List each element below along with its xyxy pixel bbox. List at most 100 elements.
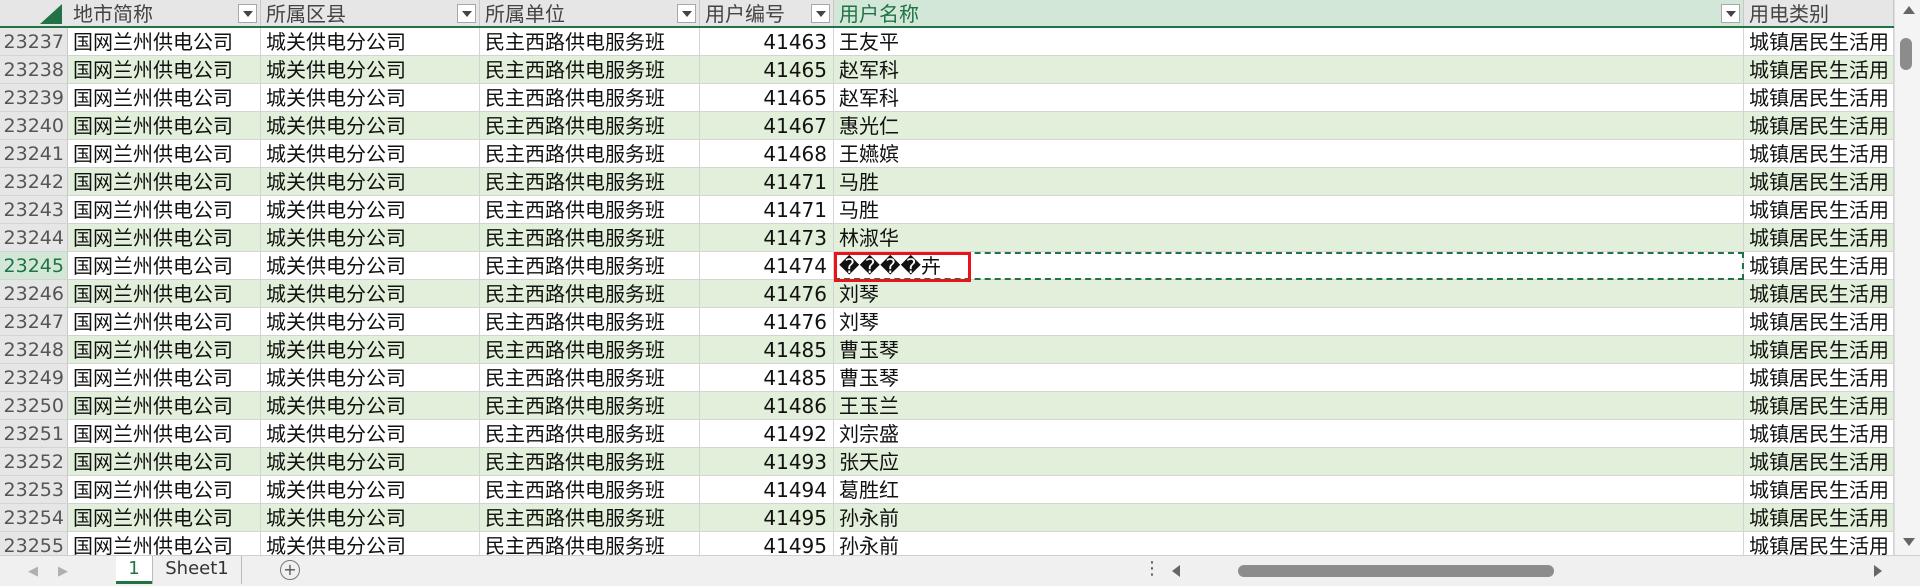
city-cell[interactable]: 国网兰州供电公司 — [68, 448, 261, 475]
user-name-cell[interactable]: 王玉兰 — [834, 392, 1744, 419]
district-cell[interactable]: 城关供电分公司 — [261, 504, 480, 531]
city-cell[interactable]: 国网兰州供电公司 — [68, 196, 261, 223]
add-sheet-icon[interactable]: + — [280, 560, 300, 580]
column-header-usage-type[interactable]: 用电类别 — [1744, 0, 1894, 26]
user-name-cell[interactable]: 王友平 — [834, 28, 1744, 55]
usage-type-cell[interactable]: 城镇居民生活用 — [1744, 196, 1894, 223]
district-cell[interactable]: 城关供电分公司 — [261, 448, 480, 475]
usage-type-cell[interactable]: 城镇居民生活用 — [1744, 364, 1894, 391]
usage-type-cell[interactable]: 城镇居民生活用 — [1744, 476, 1894, 503]
district-cell[interactable]: 城关供电分公司 — [261, 112, 480, 139]
user-id-cell[interactable]: 41493 — [700, 448, 834, 475]
district-cell[interactable]: 城关供电分公司 — [261, 392, 480, 419]
unit-cell[interactable]: 民主西路供电服务班 — [480, 308, 700, 335]
city-cell[interactable]: 国网兰州供电公司 — [68, 28, 261, 55]
unit-cell[interactable]: 民主西路供电服务班 — [480, 364, 700, 391]
row-header[interactable]: 23238 — [0, 56, 68, 83]
user-name-cell[interactable]: 刘宗盛 — [834, 420, 1744, 447]
row-header[interactable]: 23239 — [0, 84, 68, 111]
user-name-cell[interactable]: 孙永前 — [834, 504, 1744, 531]
usage-type-cell[interactable]: 城镇居民生活用 — [1744, 140, 1894, 167]
district-cell[interactable]: 城关供电分公司 — [261, 28, 480, 55]
district-cell[interactable]: 城关供电分公司 — [261, 224, 480, 251]
district-cell[interactable]: 城关供电分公司 — [261, 476, 480, 503]
user-name-cell[interactable]: 刘琴 — [834, 280, 1744, 307]
scroll-up-icon[interactable] — [1903, 6, 1915, 14]
unit-cell[interactable]: 民主西路供电服务班 — [480, 336, 700, 363]
user-id-cell[interactable]: 41474 — [700, 252, 834, 279]
row-header[interactable]: 23247 — [0, 308, 68, 335]
user-id-cell[interactable]: 41495 — [700, 532, 834, 555]
district-cell[interactable]: 城关供电分公司 — [261, 84, 480, 111]
usage-type-cell[interactable]: 城镇居民生活用 — [1744, 224, 1894, 251]
column-header-user-name[interactable]: 用户名称 — [834, 0, 1744, 26]
user-name-cell[interactable]: 葛胜红 — [834, 476, 1744, 503]
user-name-cell[interactable]: 刘琴 — [834, 308, 1744, 335]
usage-type-cell[interactable]: 城镇居民生活用 — [1744, 168, 1894, 195]
usage-type-cell[interactable]: 城镇居民生活用 — [1744, 56, 1894, 83]
user-id-cell[interactable]: 41467 — [700, 112, 834, 139]
scroll-down-icon[interactable] — [1903, 538, 1915, 546]
district-cell[interactable]: 城关供电分公司 — [261, 252, 480, 279]
row-header[interactable]: 23255 — [0, 532, 68, 555]
row-header[interactable]: 23250 — [0, 392, 68, 419]
more-options-icon[interactable]: ⋮ — [1143, 558, 1161, 579]
unit-cell[interactable]: 民主西路供电服务班 — [480, 420, 700, 447]
city-cell[interactable]: 国网兰州供电公司 — [68, 56, 261, 83]
row-header[interactable]: 23249 — [0, 364, 68, 391]
row-header[interactable]: 23237 — [0, 28, 68, 55]
vertical-scroll-thumb[interactable] — [1900, 38, 1912, 70]
unit-cell[interactable]: 民主西路供电服务班 — [480, 168, 700, 195]
district-cell[interactable]: 城关供电分公司 — [261, 308, 480, 335]
tab-scroll-right-icon[interactable]: ▶ — [58, 564, 68, 579]
unit-cell[interactable]: 民主西路供电服务班 — [480, 532, 700, 555]
filter-dropdown-icon[interactable] — [811, 4, 830, 23]
city-cell[interactable]: 国网兰州供电公司 — [68, 280, 261, 307]
district-cell[interactable]: 城关供电分公司 — [261, 140, 480, 167]
usage-type-cell[interactable]: 城镇居民生活用 — [1744, 308, 1894, 335]
user-name-cell[interactable]: 张天应 — [834, 448, 1744, 475]
unit-cell[interactable]: 民主西路供电服务班 — [480, 476, 700, 503]
unit-cell[interactable]: 民主西路供电服务班 — [480, 224, 700, 251]
unit-cell[interactable]: 民主西路供电服务班 — [480, 140, 700, 167]
user-id-cell[interactable]: 41485 — [700, 364, 834, 391]
city-cell[interactable]: 国网兰州供电公司 — [68, 252, 261, 279]
district-cell[interactable]: 城关供电分公司 — [261, 364, 480, 391]
sheet-tab-1[interactable]: 1 — [116, 556, 152, 584]
user-id-cell[interactable]: 41465 — [700, 84, 834, 111]
user-name-cell[interactable]: 马胜 — [834, 168, 1744, 195]
city-cell[interactable]: 国网兰州供电公司 — [68, 336, 261, 363]
city-cell[interactable]: 国网兰州供电公司 — [68, 420, 261, 447]
scroll-right-icon[interactable] — [1874, 565, 1882, 577]
user-id-cell[interactable]: 41468 — [700, 140, 834, 167]
user-id-cell[interactable]: 41476 — [700, 280, 834, 307]
user-name-cell[interactable]: 王嬿嫔 — [834, 140, 1744, 167]
city-cell[interactable]: 国网兰州供电公司 — [68, 532, 261, 555]
row-header[interactable]: 23242 — [0, 168, 68, 195]
usage-type-cell[interactable]: 城镇居民生活用 — [1744, 280, 1894, 307]
scroll-left-icon[interactable] — [1172, 565, 1180, 577]
user-id-cell[interactable]: 41471 — [700, 168, 834, 195]
unit-cell[interactable]: 民主西路供电服务班 — [480, 28, 700, 55]
unit-cell[interactable]: 民主西路供电服务班 — [480, 112, 700, 139]
row-header[interactable]: 23244 — [0, 224, 68, 251]
row-header[interactable]: 23240 — [0, 112, 68, 139]
row-header[interactable]: 23243 — [0, 196, 68, 223]
unit-cell[interactable]: 民主西路供电服务班 — [480, 56, 700, 83]
district-cell[interactable]: 城关供电分公司 — [261, 168, 480, 195]
user-id-cell[interactable]: 41495 — [700, 504, 834, 531]
row-header[interactable]: 23253 — [0, 476, 68, 503]
usage-type-cell[interactable]: 城镇居民生活用 — [1744, 112, 1894, 139]
unit-cell[interactable]: 民主西路供电服务班 — [480, 196, 700, 223]
user-id-cell[interactable]: 41465 — [700, 56, 834, 83]
usage-type-cell[interactable]: 城镇居民生活用 — [1744, 336, 1894, 363]
user-id-cell[interactable]: 41471 — [700, 196, 834, 223]
user-id-cell[interactable]: 41486 — [700, 392, 834, 419]
user-name-cell[interactable]: 赵军科 — [834, 56, 1744, 83]
usage-type-cell[interactable]: 城镇居民生活用 — [1744, 28, 1894, 55]
district-cell[interactable]: 城关供电分公司 — [261, 56, 480, 83]
user-id-cell[interactable]: 41463 — [700, 28, 834, 55]
district-cell[interactable]: 城关供电分公司 — [261, 420, 480, 447]
city-cell[interactable]: 国网兰州供电公司 — [68, 112, 261, 139]
tab-scroll-left-icon[interactable]: ◀ — [28, 564, 38, 579]
